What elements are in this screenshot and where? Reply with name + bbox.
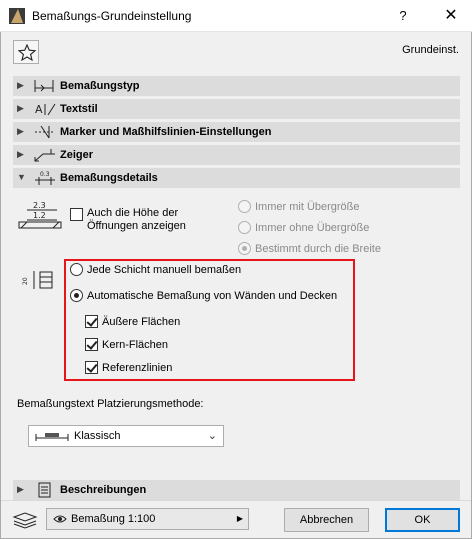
radio-label: Immer ohne Übergröße [255,221,370,234]
dialog-content: Grundeinst. ▶ Bemaßungstyp ▶ A Textstil … [0,32,472,539]
section-marker[interactable]: ▶ Marker und Maßhilfslinien-Einstellunge… [13,122,460,142]
svg-text:2.3: 2.3 [33,201,46,210]
layer-dimension-icon: 20 [22,271,53,289]
dropdown-value: Klassisch [74,430,121,442]
close-button[interactable]: ✕ [440,5,462,27]
cancel-button[interactable]: Abbrechen [284,508,369,532]
ok-button[interactable]: OK [385,508,460,532]
footer-bar: Bemaßung 1:100 ▶ Abbrechen OK [1,500,471,538]
description-icon [38,482,51,498]
placement-method-dropdown[interactable]: Klassisch ⌄ [28,425,224,447]
section-bemassungstyp[interactable]: ▶ Bemaßungstyp [13,76,460,96]
radio-label: Jede Schicht manuell bemaßen [87,263,242,276]
checkbox-aeussere-flaechen[interactable]: Äußere Flächen [85,315,180,328]
section-label: Marker und Maßhilfslinien-Einstellungen [60,126,272,138]
pointer-icon [34,149,55,162]
checkbox-box[interactable] [85,361,98,374]
section-label: Bemaßungstyp [60,80,140,92]
title-bar: Bemaßungs-Grundeinstellung ? ✕ [0,0,472,32]
section-label: Bemaßungsdetails [60,172,158,184]
radio-jede-schicht-manuell[interactable]: Jede Schicht manuell bemaßen [70,263,241,276]
radio-label: Immer mit Übergröße [255,200,360,213]
archicad-app-icon [9,8,25,24]
radio-automatische-bemassung[interactable]: Automatische Bemaßung von Wänden und Dec… [70,289,337,302]
radio-bestimmt-durch-breite[interactable]: Bestimmt durch die Breite [238,242,381,255]
placement-label: Bemaßungstext Platzierungsmethode: [17,398,204,410]
section-label: Textstil [60,103,98,115]
collapse-arrow-icon: ▼ [17,172,26,182]
checkbox-label: Referenzlinien [102,361,173,374]
radio-dot[interactable] [238,221,251,234]
radio-dot[interactable] [238,242,251,255]
help-button[interactable]: ? [392,5,414,27]
section-label: Beschreibungen [60,484,147,496]
layer-name: Bemaßung 1:100 [71,513,156,525]
arrow-right-icon: ▶ [236,514,243,523]
expand-arrow-icon: ▶ [17,149,24,159]
checkbox-box[interactable] [70,208,83,221]
section-bemassungsdetails[interactable]: ▼ 0.3 Bemaßungsdetails [13,168,460,188]
checkbox-kern-flaechen[interactable]: Kern-Flächen [85,338,168,351]
expand-arrow-icon: ▶ [17,103,24,113]
opening-height-icon: 2.3 1.2 [18,201,62,229]
dimension-type-icon [34,80,54,92]
checkbox-referenzlinien[interactable]: Referenzlinien [85,361,172,374]
checkbox-box[interactable] [85,315,98,328]
checkbox-label: Auch die Höhe der Öffnungen anzeigen [87,207,186,232]
star-icon [18,44,36,61]
svg-text:1.2: 1.2 [33,211,46,220]
eye-icon [53,515,67,523]
radio-label: Bestimmt durch die Breite [255,242,381,255]
section-zeiger[interactable]: ▶ Zeiger [13,145,460,165]
chevron-down-icon: ⌄ [207,430,217,442]
radio-dot[interactable] [70,289,83,302]
section-beschreibungen[interactable]: ▶ Beschreibungen [13,480,460,500]
radio-immer-ohne-uebergroesse[interactable]: Immer ohne Übergröße [238,221,369,234]
preset-name: Grundeinst. [402,44,459,56]
opening-height-checkbox[interactable]: Auch die Höhe der Öffnungen anzeigen [70,207,207,233]
section-textstil[interactable]: ▶ A Textstil [13,99,460,119]
expand-arrow-icon: ▶ [17,80,24,90]
radio-immer-mit-uebergroesse[interactable]: Immer mit Übergröße [238,200,360,213]
radio-label: Automatische Bemaßung von Wänden und Dec… [87,289,338,302]
layer-selector[interactable]: Bemaßung 1:100 ▶ [46,508,249,530]
radio-dot[interactable] [238,200,251,213]
checkbox-box[interactable] [85,338,98,351]
marker-icon [35,125,55,139]
window-title: Bemaßungs-Grundeinstellung [32,9,192,23]
svg-text:20: 20 [22,277,29,285]
svg-text:0.3: 0.3 [40,171,50,178]
dimension-details-icon: 0.3 [35,171,55,185]
section-label: Zeiger [60,149,94,161]
radio-dot[interactable] [70,263,83,276]
svg-text:A: A [35,103,43,116]
checkbox-label: Äußere Flächen [102,315,181,328]
layers-icon [12,512,38,529]
expand-arrow-icon: ▶ [17,484,24,494]
text-style-icon: A [35,103,56,116]
favorites-button[interactable] [13,40,39,64]
expand-arrow-icon: ▶ [17,126,24,136]
checkbox-label: Kern-Flächen [102,338,169,351]
classic-placement-icon [35,433,69,441]
